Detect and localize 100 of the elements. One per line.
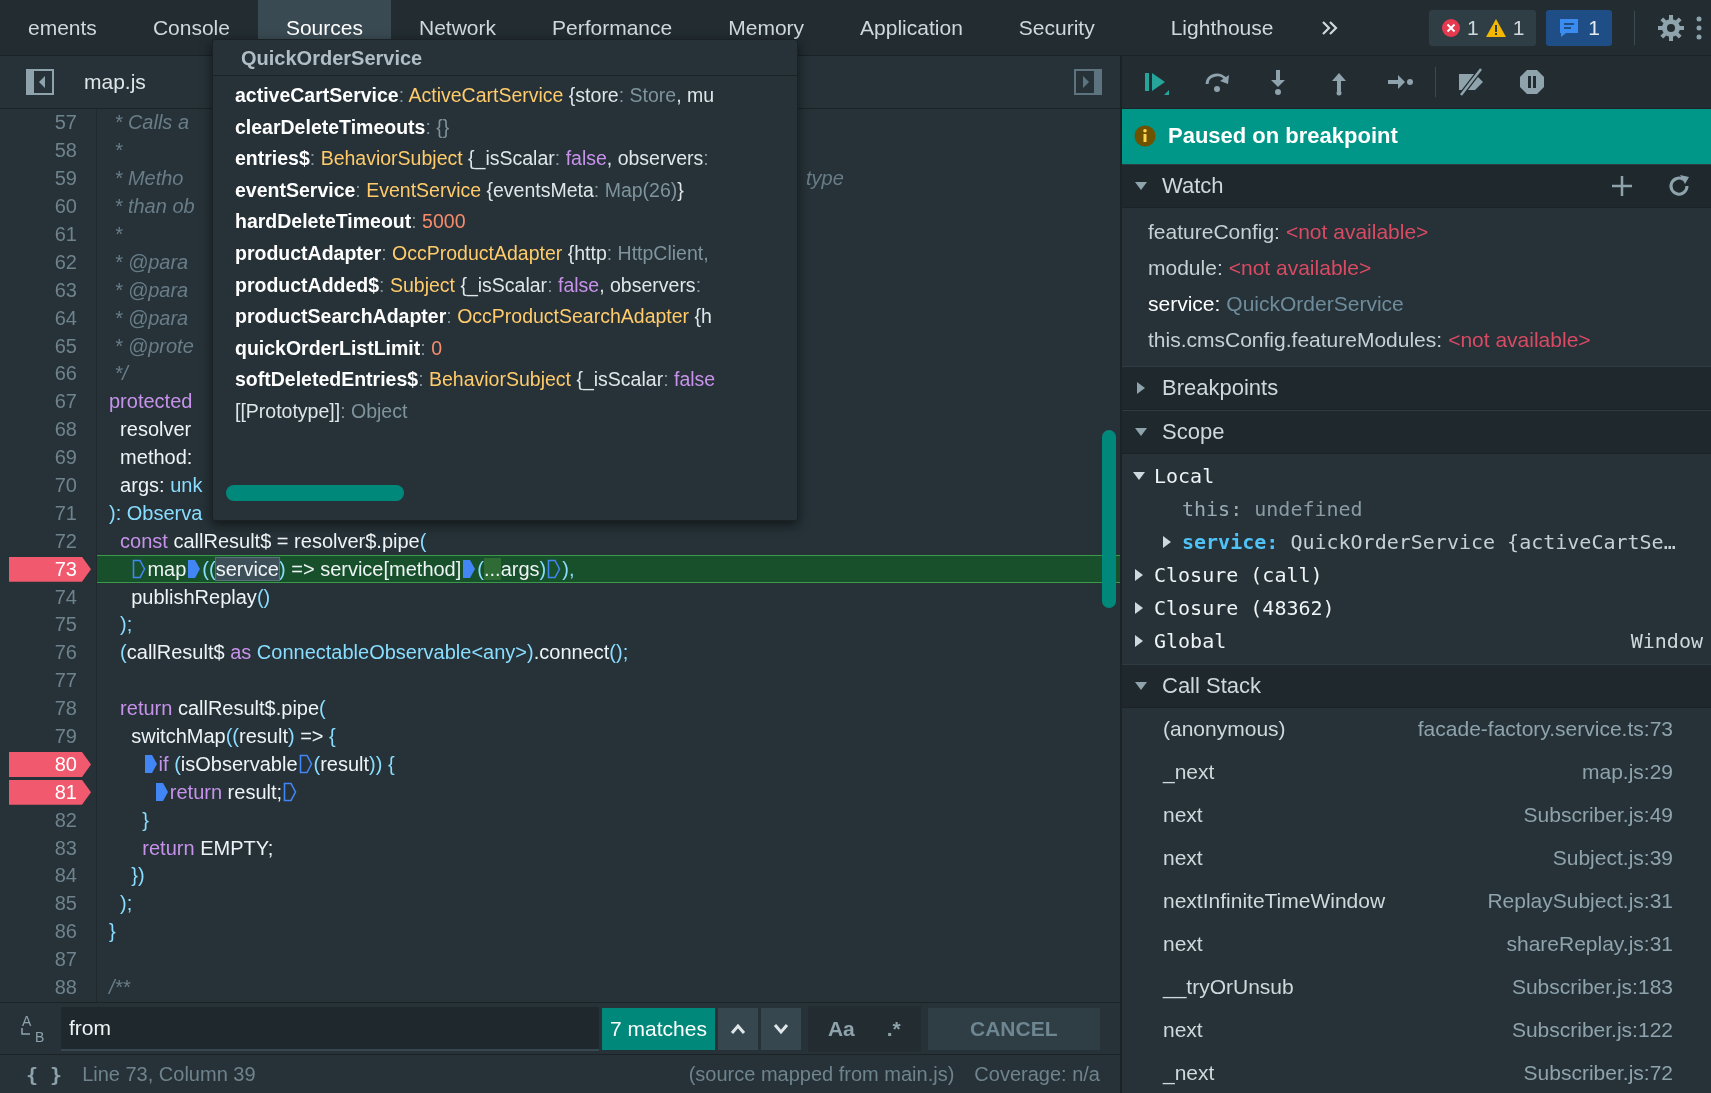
source-location[interactable]: Subscriber.js:72 [1523,1060,1673,1085]
settings-icon[interactable] [1657,13,1685,42]
line-number[interactable]: 73 [9,556,91,582]
line-number[interactable]: 60 [9,194,91,220]
panel-tab[interactable]: ements [0,0,125,55]
line-number[interactable]: 69 [9,445,91,471]
next-match-button[interactable] [760,1007,801,1050]
line-number[interactable]: 67 [9,389,91,415]
call-frame[interactable]: nextInfiniteTimeWindow ReplaySubject.js:31 [1122,879,1711,923]
source-location[interactable]: Subscriber.js:49 [1523,802,1673,827]
property-row-text: productAdded$: Subject {_isScalar: false, observers: [235,272,703,299]
property-row-text: productAdapter: OccProductAdapter {http: HttpClient, [235,240,710,266]
call-frame[interactable]: _next map.js:29 [1122,750,1711,794]
scope-property[interactable]: this: undefined [1182,497,1363,522]
deactivate-breakpoints-icon[interactable] [1457,67,1485,96]
line-number[interactable]: 85 [9,891,91,917]
line-number[interactable]: 57 [9,110,91,136]
code-text: (...args) [477,557,547,581]
panel-tab[interactable]: Security [990,0,1123,55]
source-location[interactable]: facade-factory.service.ts:73 [1417,717,1673,742]
call-frame[interactable]: next Subscriber.js:49 [1122,793,1711,837]
call-frame[interactable]: __tryOrUnsub Subscriber.js:183 [1122,965,1711,1009]
sidebar-toggle-icon[interactable] [26,69,54,95]
line-number[interactable]: 70 [9,473,91,498]
code-line: }) [130,864,145,888]
call-frame[interactable]: (anonymous) facade-factory.service.ts:73 [1122,707,1711,751]
breakpoint-marker-icon[interactable] [154,782,169,803]
code-line: return callResult$.pipe( [119,697,326,721]
add-icon[interactable] [1611,174,1633,197]
line-number[interactable]: 74 [9,584,91,610]
call-frame[interactable]: next shareReplay.js:31 [1122,922,1711,966]
scope-name[interactable]: Closure (call) [1154,563,1323,588]
messages-button[interactable]: 1 [1546,9,1612,46]
line-number[interactable]: 88 [9,975,91,1001]
match-case-button[interactable]: Aa [815,1012,867,1045]
regex-button[interactable]: .* [874,1012,913,1045]
line-number[interactable]: 61 [9,222,91,247]
refresh-icon[interactable] [1667,173,1691,198]
scope-name[interactable]: Global [1154,629,1227,654]
line-number[interactable]: 82 [9,807,91,833]
line-number[interactable]: 58 [9,138,91,164]
pause-icon[interactable] [1518,67,1546,96]
line-number[interactable]: 59 [9,166,91,192]
code-line: * @para [113,250,189,274]
line-number[interactable]: 81 [9,779,91,805]
line-number[interactable]: 72 [9,528,91,554]
line-number[interactable]: 71 [9,500,91,526]
source-location[interactable]: Subscriber.js:122 [1511,1017,1673,1042]
line-number[interactable]: 77 [9,668,91,694]
chat-icon [1558,17,1581,38]
panel-tab[interactable]: Lighthouse [1142,0,1302,55]
line-number[interactable]: 86 [9,919,91,945]
code-line: publishReplay() [130,585,271,609]
call-frame[interactable]: _next Subscriber.js:72 [1122,1051,1711,1093]
line-number[interactable]: 62 [9,249,91,275]
code-line: * @para [113,278,189,302]
previous-match-button[interactable] [717,1007,758,1050]
line-number[interactable]: 84 [9,863,91,889]
line-number[interactable]: 78 [9,696,91,722]
source-location[interactable]: shareReplay.js:31 [1506,931,1673,956]
source-location[interactable]: Subscriber.js:183 [1511,974,1673,999]
breakpoint-marker-icon[interactable] [462,559,477,580]
line-number[interactable]: 66 [9,361,91,387]
section-header[interactable]: Scope [1122,409,1711,454]
more-options-icon[interactable] [1695,14,1703,41]
code-line: switchMap((result) => { [130,725,336,749]
line-number[interactable]: 64 [9,305,91,331]
scrollbar-thumb[interactable] [1102,430,1116,608]
pretty-print-button[interactable]: { } [26,1062,63,1087]
panel-tab[interactable]: Application [832,0,991,55]
function-name: (anonymous) [1163,717,1286,742]
line-number[interactable]: 87 [9,947,91,973]
line-number[interactable]: 75 [9,612,91,638]
breakpoint-marker-icon[interactable] [143,754,158,775]
file-tab[interactable]: map.js [84,70,146,94]
sidebar-toggle-icon[interactable] [1074,69,1102,95]
section-header[interactable]: Breakpoints [1122,365,1711,410]
call-frame[interactable]: next Subscriber.js:122 [1122,1008,1711,1052]
search-field[interactable]: from [61,1006,599,1051]
scope-name[interactable]: Local [1154,464,1215,489]
line-number[interactable]: 83 [9,835,91,861]
section-header[interactable]: Watch [1122,163,1711,208]
line-number[interactable]: 68 [9,417,91,443]
breakpoint-marker-icon[interactable] [187,559,202,580]
section-header[interactable]: Call Stack [1122,663,1711,708]
line-number[interactable]: 76 [9,640,91,666]
line-number[interactable]: 63 [9,277,91,303]
cancel-button[interactable]: CANCEL [927,1007,1100,1050]
line-number[interactable]: 80 [9,751,91,777]
replace-toggle-button[interactable]: A B [8,1006,58,1051]
line-number[interactable]: 65 [9,333,91,359]
call-frame[interactable]: next Subject.js:39 [1122,836,1711,880]
source-location[interactable]: Subject.js:39 [1552,845,1673,870]
line-number[interactable]: 79 [9,724,91,750]
scrollbar-thumb[interactable] [226,485,404,501]
source-map-link[interactable]: (source mapped from main.js) [688,1063,955,1086]
scope-property[interactable]: service: QuickOrderService {activeCartSe… [1182,530,1676,555]
scope-name[interactable]: Closure (48362) [1154,596,1335,621]
source-location[interactable]: map.js:29 [1581,760,1673,784]
source-location[interactable]: ReplaySubject.js:31 [1487,888,1673,913]
